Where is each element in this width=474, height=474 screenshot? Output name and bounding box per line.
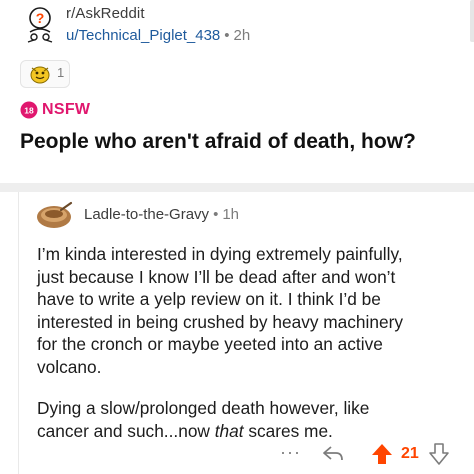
- vote-count: 21: [401, 445, 419, 462]
- comment-line: have to write a yelp review on it. I thi…: [37, 289, 381, 309]
- post-title: People who aren't afraid of death, how?: [20, 130, 416, 153]
- post-header: ? r/AskReddit u/Technical_Piglet_438 • 2h: [0, 0, 474, 50]
- award-count: 1: [57, 65, 65, 80]
- downvote-icon[interactable]: [428, 442, 450, 466]
- scroll-edge: [470, 0, 474, 42]
- svg-text:?: ?: [36, 10, 45, 26]
- meta-separator: •: [224, 27, 230, 44]
- award-icon: [30, 66, 50, 84]
- nsfw-badge-number: 18: [24, 105, 34, 115]
- comment-thread-line[interactable]: [18, 192, 19, 474]
- comment-text: cancer and such...now: [37, 420, 215, 441]
- comment-line: I’m kinda interested in dying extremely …: [37, 244, 403, 264]
- comment-line: interested in being crushed by heavy mac…: [37, 311, 403, 332]
- subreddit-avatar-icon[interactable]: ?: [22, 6, 58, 46]
- comment-line: for the cronch or maybe yeeted into an a…: [37, 334, 383, 354]
- comment-line: Dying a slow/prolonged death however, li…: [37, 398, 370, 418]
- more-options-icon[interactable]: ···: [280, 442, 301, 463]
- comment-meta-separator: •: [213, 206, 219, 223]
- upvote-icon[interactable]: [370, 442, 394, 466]
- post-author[interactable]: u/Technical_Piglet_438: [66, 27, 220, 44]
- nsfw-18-icon: 18: [20, 101, 38, 119]
- nsfw-label: NSFW: [42, 101, 91, 118]
- comment-emphasis: that: [214, 420, 244, 441]
- comment-text: scares me.: [243, 420, 333, 441]
- award-badge[interactable]: 1: [20, 60, 70, 88]
- section-divider: [0, 183, 474, 192]
- commenter-avatar-icon[interactable]: [35, 200, 73, 230]
- subreddit-name[interactable]: r/AskReddit: [66, 5, 145, 22]
- comment-body: I’m kinda interested in dying extremely …: [37, 243, 467, 442]
- comment-line: volcano.: [37, 356, 102, 377]
- post-time: 2h: [233, 27, 251, 44]
- post-meta: u/Technical_Piglet_438 • 2h: [66, 27, 250, 44]
- comment-actions: ··· 21: [0, 440, 474, 470]
- comment-line: just because I know I’ll be dead after a…: [37, 266, 396, 287]
- comment-time: 1h: [222, 206, 240, 223]
- comment-line: cancer and such...now that scares me.: [37, 420, 467, 443]
- comment-author[interactable]: Ladle-to-the-Gravy: [84, 206, 209, 223]
- reply-icon[interactable]: [322, 444, 344, 464]
- comment-meta: Ladle-to-the-Gravy • 1h: [84, 206, 239, 223]
